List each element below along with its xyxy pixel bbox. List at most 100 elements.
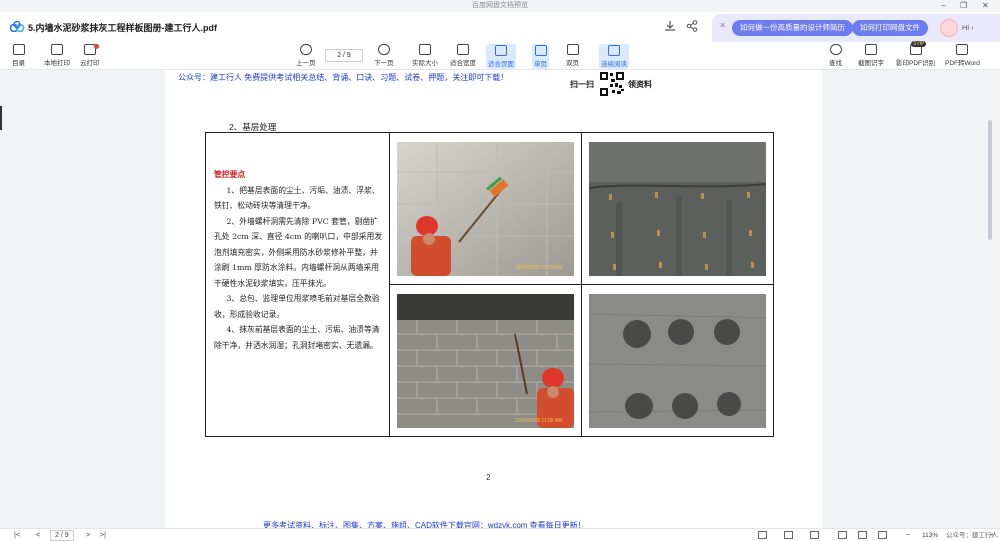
share-icon[interactable] xyxy=(686,20,698,32)
double-page-label: 双页 xyxy=(566,60,579,67)
single-page-button[interactable]: 单页 xyxy=(532,44,549,69)
search-button[interactable]: 查找 xyxy=(829,44,842,67)
status-page-indicator[interactable]: 2 / 9 xyxy=(50,530,74,541)
control-point-2: 2、外墙螺杆洞需先清除 PVC 套管，剔凿扩孔处 2cm 深、直径 4cm 的喇… xyxy=(214,216,383,288)
local-print-label: 本地打印 xyxy=(44,60,70,67)
cloud-print-button[interactable]: 云打印 xyxy=(80,44,100,67)
promo-banner: × 如何做一份高质量的设计师简历 如何打印网盘文件 Hi › xyxy=(712,14,1000,42)
pdf-to-word-label: PDF转Word xyxy=(945,60,980,67)
fit-page-small-icon[interactable] xyxy=(878,531,887,539)
baidu-netdisk-logo-icon xyxy=(10,21,24,32)
search-label: 查找 xyxy=(829,60,842,67)
zoom-out-button[interactable]: − xyxy=(906,530,910,541)
qr-caption-right: 领资料 xyxy=(628,80,652,89)
restore-button[interactable]: ❐ xyxy=(960,0,967,12)
view-mode-2-icon[interactable] xyxy=(784,531,793,539)
next-page-button[interactable]: 下一页 xyxy=(374,44,394,67)
assistant-greeting[interactable]: Hi › xyxy=(962,23,974,32)
page-number-input[interactable]: 2 / 9 xyxy=(325,49,363,62)
control-point-4: 4、抹灰前基层表面的尘土、污垢、油渍等清除干净，并洒水润湿；孔洞封堵密实、无遗漏… xyxy=(214,325,380,350)
next-page-label: 下一页 xyxy=(374,60,394,67)
fit-width-small-icon[interactable] xyxy=(858,531,867,539)
toc-button[interactable]: 目录 xyxy=(12,44,25,67)
promo-close-button[interactable]: × xyxy=(720,20,725,30)
prev-page-icon xyxy=(299,44,312,55)
continuous-read-button[interactable]: 连续阅读 xyxy=(599,44,629,69)
qr-caption-left: 扫一扫 xyxy=(570,80,594,89)
download-icon[interactable] xyxy=(664,20,676,32)
photo-cell-4 xyxy=(581,284,774,437)
document-file-name: 5.内墙水泥砂浆抹灰工程样板图册-建工行人.pdf xyxy=(28,23,217,33)
status-bar: |< < 2 / 9 > >| − 113% 公众号：建工行人 + xyxy=(0,528,1000,541)
photo-timestamp-2: 2010/06/08 11:08 AM xyxy=(515,418,562,424)
inspection-table: 管控要点 1、把基层表面的尘土、污垢、油渍、浮浆、铁钉、松动砖块等清理干净。 2… xyxy=(205,132,774,437)
photo-worker-block-wall: 2010/06/08 11:08 AM xyxy=(397,293,574,428)
toolbar: 目录 本地打印 云打印 上一页 2 / 9 下一页 实际大小 适合宽度 适合页面… xyxy=(0,41,1000,70)
photo-wall-bolt-holes xyxy=(589,141,766,276)
single-page-icon xyxy=(534,45,547,56)
header-note: 公众号：建工行人 免费提供考试相关总结、背诵、口诀、习题、试卷、押题，关注即可下… xyxy=(178,73,509,82)
photo-worker-cleaning-wall: 2010/06/08 11:30 AM xyxy=(397,141,574,276)
fit-width-button[interactable]: 适合宽度 xyxy=(450,44,476,67)
control-point-3: 3、总包、监理单位甩浆喷毛前对基层全数验收，形成验收记录。 xyxy=(214,294,380,319)
view-mode-1-icon[interactable] xyxy=(758,531,767,539)
photo-sealed-bolt-holes xyxy=(589,293,766,428)
search-icon xyxy=(829,44,842,55)
actual-size-button[interactable]: 实际大小 xyxy=(412,44,438,67)
scan-pdf-button[interactable]: 影印PDF识别 SVIP xyxy=(896,41,935,67)
view-mode-3-icon[interactable] xyxy=(810,531,819,539)
fit-page-button[interactable]: 适合页面 xyxy=(486,44,516,69)
fit-page-label: 适合页面 xyxy=(488,61,514,68)
footer-link[interactable]: 更多考试资料、标注、图集、方案、施组、CAD软件下载官网：wdzyk.com 查… xyxy=(263,520,586,528)
minimize-button[interactable]: – xyxy=(941,0,945,12)
control-points-cell: 管控要点 1、把基层表面的尘土、污垢、油渍、浮浆、铁钉、松动砖块等清理干净。 2… xyxy=(205,132,390,437)
zoom-level[interactable]: 113% xyxy=(922,530,938,541)
page-number: 2 xyxy=(486,473,491,482)
prev-page-small-button[interactable]: < xyxy=(36,530,40,541)
vertical-scrollbar[interactable] xyxy=(988,120,992,240)
pdf-page: 公众号：建工行人 免费提供考试相关总结、背诵、口诀、习题、试卷、押题，关注即可下… xyxy=(165,70,822,528)
assistant-avatar-icon[interactable] xyxy=(940,19,958,37)
actual-size-icon xyxy=(419,44,431,55)
zoom-in-button[interactable]: + xyxy=(990,530,994,541)
toc-icon xyxy=(12,44,25,55)
continuous-icon xyxy=(608,45,620,56)
continuous-read-label: 连续阅读 xyxy=(601,61,627,68)
qr-code-icon xyxy=(599,71,625,97)
promo-link-resume[interactable]: 如何做一份高质量的设计师简历 xyxy=(732,20,853,36)
pdf-to-word-button[interactable]: PDF转Word xyxy=(945,44,980,67)
fit-icon[interactable] xyxy=(838,531,847,539)
scan-pdf-label: 影印PDF识别 xyxy=(896,60,935,67)
double-page-button[interactable]: 双页 xyxy=(566,44,579,67)
next-page-icon xyxy=(377,44,390,55)
svip-badge: SVIP xyxy=(911,41,927,47)
close-window-button[interactable]: ✕ xyxy=(982,0,989,12)
prev-page-button[interactable]: 上一页 xyxy=(296,44,316,67)
notification-dot xyxy=(94,44,99,49)
title-bar: 百度网盘文档预览 – ❐ ✕ xyxy=(0,0,1000,12)
first-page-button[interactable]: |< xyxy=(14,530,20,541)
photo-cell-1: 2010/06/08 11:30 AM xyxy=(389,132,582,285)
photo-cell-3: 2010/06/08 11:08 AM xyxy=(389,284,582,437)
ocr-icon xyxy=(865,44,877,55)
double-page-icon xyxy=(566,44,579,55)
print-icon xyxy=(51,44,63,55)
local-print-button[interactable]: 本地打印 xyxy=(44,44,70,67)
window-title: 百度网盘文档预览 xyxy=(472,2,528,9)
control-point-1: 1、把基层表面的尘土、污垢、油渍、浮浆、铁钉、松动砖块等清理干净。 xyxy=(214,185,380,211)
toc-label: 目录 xyxy=(12,60,25,67)
sidebar-toggle-handle[interactable] xyxy=(0,106,2,130)
ocr-label: 截图识字 xyxy=(858,60,884,67)
actual-size-label: 实际大小 xyxy=(412,60,438,67)
photo-cell-2 xyxy=(581,132,774,285)
promo-link-print[interactable]: 如何打印网盘文件 xyxy=(852,20,928,36)
single-page-label: 单页 xyxy=(534,61,547,68)
ocr-button[interactable]: 截图识字 xyxy=(858,44,884,67)
next-page-small-button[interactable]: > xyxy=(86,530,90,541)
fit-page-icon xyxy=(495,45,507,56)
photo-timestamp-1: 2010/06/08 11:30 AM xyxy=(515,265,562,271)
last-page-button[interactable]: >| xyxy=(100,530,106,541)
pdf-word-icon xyxy=(956,44,969,55)
document-viewport[interactable]: 公众号：建工行人 免费提供考试相关总结、背诵、口诀、习题、试卷、押题，关注即可下… xyxy=(0,70,1000,528)
prev-page-label: 上一页 xyxy=(296,60,316,67)
